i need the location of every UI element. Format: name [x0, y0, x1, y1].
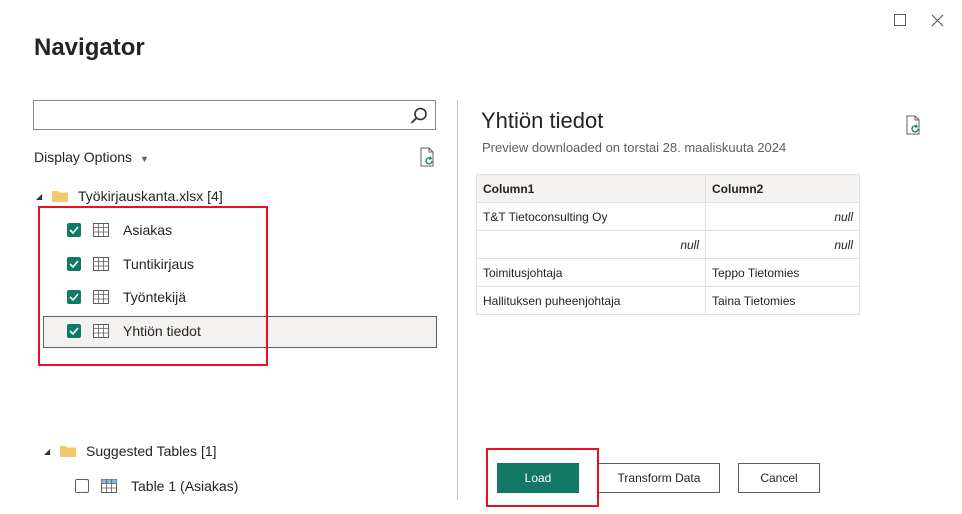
highlight-box-tables [38, 206, 268, 366]
table-cell: T&T Tietoconsulting Oy [476, 202, 706, 231]
folder-icon [60, 446, 76, 457]
dialog-title: Navigator [34, 34, 145, 61]
refresh-icon[interactable] [416, 146, 438, 168]
tree-node-file[interactable]: ◢ Työkirjauskanta.xlsx [4] [36, 188, 223, 204]
preview-subtitle: Preview downloaded on torstai 28. maalis… [482, 140, 787, 155]
display-options-dropdown[interactable]: Display Options ▼ [34, 149, 149, 165]
table-cell: Teppo Tietomies [705, 258, 860, 287]
expand-triangle-icon[interactable]: ◢ [36, 192, 46, 201]
search-box[interactable] [33, 100, 436, 130]
search-input[interactable] [40, 105, 404, 127]
tree-item-label: Table 1 (Asiakas) [131, 478, 239, 494]
chevron-down-icon: ▼ [140, 154, 149, 164]
folder-icon [52, 191, 68, 202]
close-button[interactable] [925, 8, 949, 32]
table-row: Hallituksen puheenjohtaja Taina Tietomie… [476, 286, 860, 315]
table-cell-null: null [705, 202, 860, 231]
table-cell: Hallituksen puheenjohtaja [476, 286, 706, 315]
table-icon [101, 479, 117, 493]
preview-title: Yhtiön tiedot [481, 108, 604, 133]
table-row: T&T Tietoconsulting Oy null [476, 202, 860, 231]
table-cell-null: null [476, 230, 706, 259]
cancel-button[interactable]: Cancel [738, 463, 820, 493]
suggested-label: Suggested Tables [1] [86, 443, 217, 459]
table-cell: Toimitusjohtaja [476, 258, 706, 287]
checkbox-unchecked[interactable] [75, 479, 89, 493]
maximize-button[interactable] [888, 8, 912, 32]
table-row: Toimitusjohtaja Teppo Tietomies [476, 258, 860, 287]
display-options-label: Display Options [34, 149, 133, 165]
square-icon [894, 14, 906, 26]
panel-divider [457, 100, 458, 500]
tree-item-table1[interactable]: Table 1 (Asiakas) [75, 478, 238, 494]
table-cell-null: null [705, 230, 860, 259]
table-header-row: Column1 Column2 [476, 174, 860, 203]
tree-node-suggested[interactable]: ◢ Suggested Tables [1] [44, 443, 217, 459]
search-icon[interactable] [409, 106, 429, 126]
refresh-preview-icon[interactable] [902, 114, 924, 136]
table-cell: Taina Tietomies [705, 286, 860, 315]
column-header[interactable]: Column1 [476, 174, 706, 203]
column-header[interactable]: Column2 [705, 174, 860, 203]
highlight-box-load [486, 448, 599, 507]
preview-table: Column1 Column2 T&T Tietoconsulting Oy n… [476, 174, 860, 315]
table-row: null null [476, 230, 860, 259]
x-icon [931, 14, 943, 26]
transform-data-button[interactable]: Transform Data [598, 463, 720, 493]
file-label: Työkirjauskanta.xlsx [4] [78, 188, 223, 204]
expand-triangle-icon[interactable]: ◢ [44, 447, 54, 456]
